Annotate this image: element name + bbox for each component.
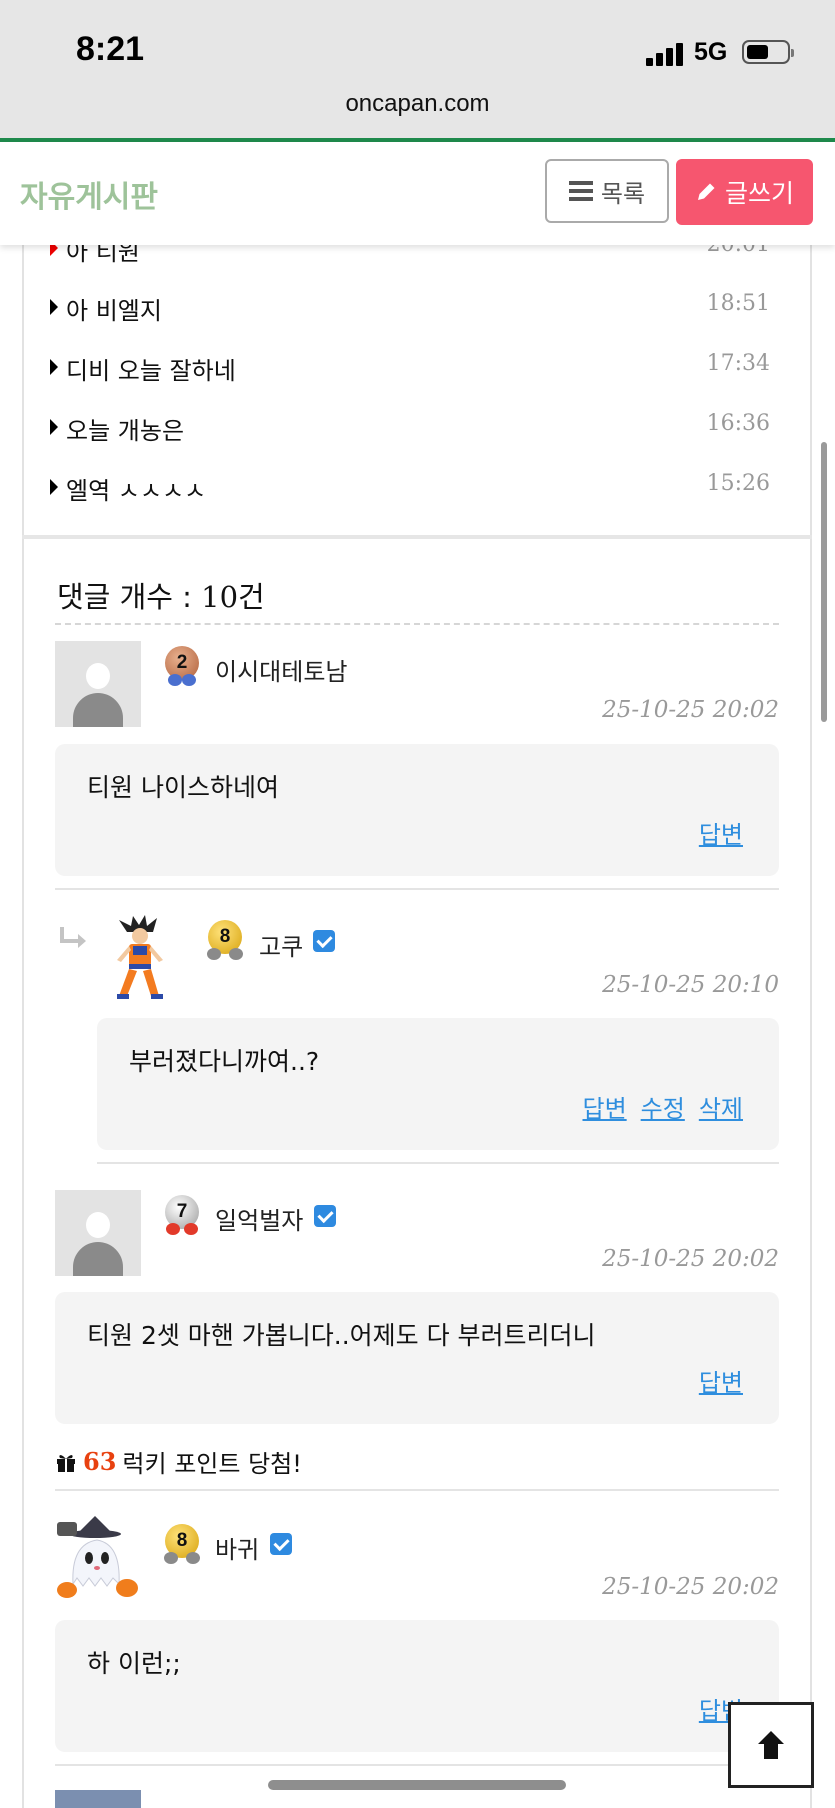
- bullet-icon: [50, 419, 58, 435]
- latest-post-time: 15:26: [706, 471, 770, 496]
- edit-link[interactable]: 수정: [641, 1089, 685, 1124]
- avatar[interactable]: [55, 1790, 141, 1808]
- delete-link[interactable]: 삭제: [699, 1089, 743, 1124]
- comment-date: 25-10-25 20:02: [602, 697, 779, 723]
- reply-link[interactable]: 답변: [582, 1089, 626, 1124]
- lucky-point-notice: 63 럭키 포인트 당첨!: [55, 1444, 302, 1479]
- lucky-text: 럭키 포인트 당첨!: [122, 1450, 302, 1478]
- level-badge-icon: 2: [162, 646, 200, 688]
- scrollbar[interactable]: [821, 442, 827, 722]
- latest-post-time: 18:51: [706, 291, 770, 316]
- comment-text: 티원 나이스하네여: [87, 773, 279, 802]
- comment-author[interactable]: 이시대테토남: [215, 652, 347, 687]
- goku-avatar-image: [117, 915, 163, 999]
- badge-wing: [164, 1552, 178, 1564]
- latest-post-item[interactable]: 아 비엘지 18:51: [50, 287, 770, 327]
- scroll-top-button[interactable]: [728, 1702, 814, 1788]
- comment-count: 댓글 개수 : 10건: [57, 574, 265, 616]
- latest-post-title: 아 비엘지: [66, 297, 162, 325]
- verified-check-icon: [270, 1533, 292, 1555]
- comment-count-label: 댓글 개수 :: [57, 580, 202, 614]
- comment-text: 티원 2셋 마핸 가봅니다..어제도 다 부러트리더니: [87, 1321, 596, 1350]
- status-time: 8:21: [76, 30, 145, 68]
- status-bar: 8:21 5G oncapan.com: [0, 0, 835, 138]
- home-indicator[interactable]: [268, 1780, 566, 1790]
- network-label: 5G: [694, 38, 728, 66]
- list-icon: [568, 181, 593, 201]
- comment-divider: [55, 1489, 779, 1491]
- comment-date: 25-10-25 20:02: [602, 1246, 779, 1272]
- pencil-icon: [697, 183, 715, 200]
- url-bar[interactable]: oncapan.com: [0, 90, 835, 118]
- comment-bubble: 티원 나이스하네여 답변: [55, 744, 779, 876]
- latest-post-item[interactable]: 엘역 ㅅㅅㅅㅅ 15:26: [50, 467, 770, 507]
- list-button[interactable]: 목록: [545, 159, 669, 223]
- avatar[interactable]: [97, 914, 183, 1000]
- bullet-icon: [50, 479, 58, 495]
- comment-actions: 답변 수정 삭제: [582, 1089, 743, 1124]
- comment-author[interactable]: 고쿠: [259, 927, 303, 962]
- reply-link[interactable]: 답변: [699, 1363, 743, 1398]
- comment-text: 하 이런;;: [87, 1649, 181, 1678]
- signal-icon: [646, 42, 686, 66]
- ghost-avatar-image: [57, 1516, 138, 1598]
- reply-link[interactable]: 답변: [699, 815, 743, 850]
- gift-icon: [57, 1454, 75, 1472]
- battery-icon: [742, 40, 794, 64]
- level-badge-icon: 8: [205, 920, 243, 962]
- dashed-divider: [55, 623, 779, 625]
- comment-divider: [97, 1162, 779, 1164]
- arrow-up-icon: [758, 1731, 784, 1759]
- latest-post-title: 디비 오늘 잘하네: [66, 357, 236, 385]
- comment-author[interactable]: 일억벌자: [215, 1201, 303, 1236]
- latest-post-time: 17:34: [706, 351, 770, 376]
- comment-count-value: 10건: [201, 580, 265, 614]
- badge-wing: [186, 1552, 200, 1564]
- comment-divider: [55, 888, 779, 890]
- badge-wing: [184, 1223, 198, 1235]
- avatar[interactable]: [55, 641, 141, 727]
- comment-bubble: 하 이런;; 답변: [55, 1620, 779, 1752]
- level-badge-icon: 7: [162, 1195, 200, 1237]
- comment-text: 부러졌다니까여..?: [129, 1047, 320, 1076]
- latest-post-title: 엘역 ㅅㅅㅅㅅ: [66, 477, 207, 505]
- latest-post-time: 16:36: [706, 411, 770, 436]
- board-title[interactable]: 자유게시판: [20, 172, 158, 216]
- badge-wing: [182, 674, 196, 686]
- board-header: 자유게시판 목록 글쓰기: [0, 142, 835, 245]
- comment-bubble: 티원 2셋 마핸 가봅니다..어제도 다 부러트리더니 답변: [55, 1292, 779, 1424]
- write-button-label: 글쓰기: [724, 179, 794, 208]
- avatar[interactable]: [55, 1514, 141, 1600]
- comment-author[interactable]: 바귀: [215, 1530, 259, 1565]
- latest-post-item[interactable]: 디비 오늘 잘하네 17:34: [50, 347, 770, 387]
- comment-date: 25-10-25 20:02: [602, 1574, 779, 1600]
- level-badge-icon: 8: [162, 1524, 200, 1566]
- comment-actions: 답변: [699, 815, 743, 850]
- verified-check-icon: [314, 1205, 336, 1227]
- comment-bubble: 부러졌다니까여..? 답변 수정 삭제: [97, 1018, 779, 1150]
- avatar[interactable]: [55, 1190, 141, 1276]
- section-divider: [22, 535, 812, 539]
- reply-arrow-icon: [60, 927, 86, 948]
- bullet-icon: [50, 359, 58, 375]
- comment-actions: 답변: [699, 1363, 743, 1398]
- write-button[interactable]: 글쓰기: [676, 159, 813, 225]
- comment-date: 25-10-25 20:10: [602, 972, 779, 998]
- verified-check-icon: [313, 930, 335, 952]
- latest-post-item[interactable]: 오늘 개농은 16:36: [50, 407, 770, 447]
- badge-wing: [229, 948, 243, 960]
- bullet-icon: [50, 299, 58, 315]
- comment-divider: [55, 1764, 779, 1766]
- badge-wing: [207, 948, 221, 960]
- lucky-points: 63: [83, 1447, 117, 1476]
- latest-post-title: 오늘 개농은: [66, 417, 185, 445]
- badge-wing: [166, 1223, 180, 1235]
- badge-wing: [168, 674, 182, 686]
- list-button-label: 목록: [600, 179, 646, 208]
